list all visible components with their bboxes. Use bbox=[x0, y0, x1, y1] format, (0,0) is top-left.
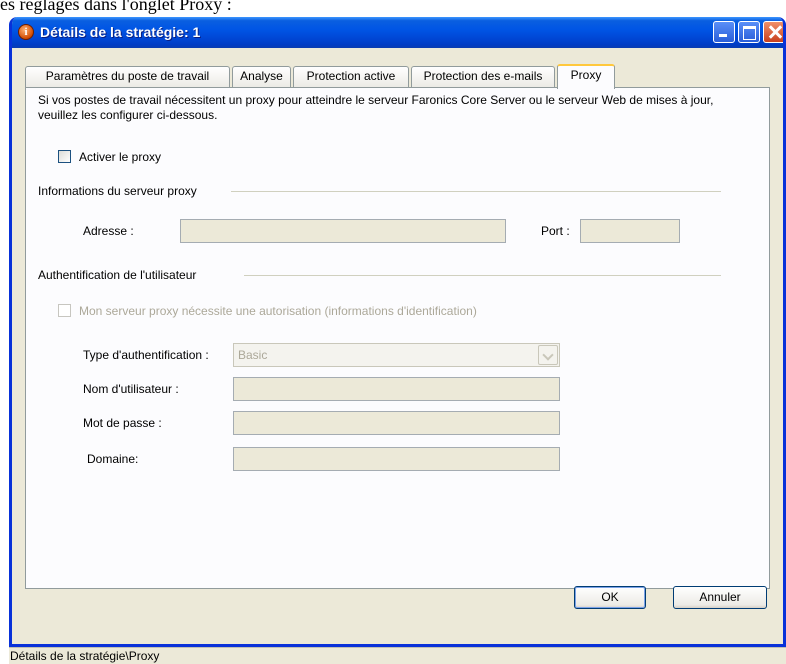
user-auth-group-divider bbox=[244, 275, 721, 276]
tab-active-protection[interactable]: Protection active bbox=[293, 66, 409, 87]
enable-proxy-checkbox[interactable] bbox=[58, 150, 71, 163]
address-field[interactable] bbox=[180, 219, 506, 243]
auth-type-selected-value: Basic bbox=[238, 348, 268, 362]
title-bar[interactable]: i Détails de la stratégie: 1 bbox=[12, 17, 783, 48]
port-field[interactable] bbox=[580, 219, 680, 243]
port-label: Port : bbox=[541, 224, 570, 238]
auth-required-label[interactable]: Mon serveur proxy nécessite une autorisa… bbox=[79, 304, 477, 318]
tab-scan[interactable]: Analyse bbox=[232, 66, 291, 87]
tab-proxy[interactable]: Proxy bbox=[557, 64, 615, 89]
status-bar-path: Détails de la stratégie\Proxy bbox=[10, 649, 160, 663]
proxy-server-group-divider bbox=[231, 191, 721, 192]
domain-field[interactable] bbox=[233, 447, 560, 471]
app-info-icon: i bbox=[18, 24, 34, 40]
domain-label: Domaine: bbox=[87, 452, 139, 466]
username-label: Nom d'utilisateur : bbox=[83, 382, 179, 396]
document-text-fragment: es réglages dans l'onglet Proxy : bbox=[0, 0, 232, 14]
password-label: Mot de passe : bbox=[83, 416, 162, 430]
tab-email-protection[interactable]: Protection des e-mails bbox=[411, 66, 555, 87]
auth-type-label: Type d'authentification : bbox=[83, 348, 209, 362]
maximize-icon[interactable] bbox=[738, 21, 760, 43]
user-auth-group-label: Authentification de l'utilisateur bbox=[38, 268, 197, 282]
window-title: Détails de la stratégie: 1 bbox=[40, 24, 201, 40]
auth-type-select[interactable]: Basic bbox=[233, 343, 560, 367]
minimize-icon[interactable] bbox=[713, 21, 735, 43]
enable-proxy-label[interactable]: Activer le proxy bbox=[79, 150, 161, 164]
auth-required-checkbox[interactable] bbox=[58, 304, 71, 317]
chevron-down-icon[interactable] bbox=[538, 345, 558, 365]
proxy-server-group-label: Informations du serveur proxy bbox=[38, 184, 197, 198]
status-bar: Détails de la stratégie\Proxy bbox=[9, 647, 786, 664]
password-field[interactable] bbox=[233, 411, 560, 435]
address-label: Adresse : bbox=[83, 224, 134, 238]
cancel-button[interactable]: Annuler bbox=[673, 586, 767, 609]
proxy-description: Si vos postes de travail nécessitent un … bbox=[38, 93, 714, 122]
username-field[interactable] bbox=[233, 377, 560, 401]
tab-workstation-settings[interactable]: Paramètres du poste de travail bbox=[25, 66, 230, 87]
close-icon[interactable] bbox=[763, 21, 783, 43]
proxy-tab-panel: Si vos postes de travail nécessitent un … bbox=[25, 87, 770, 589]
ok-button[interactable]: OK bbox=[574, 586, 646, 609]
